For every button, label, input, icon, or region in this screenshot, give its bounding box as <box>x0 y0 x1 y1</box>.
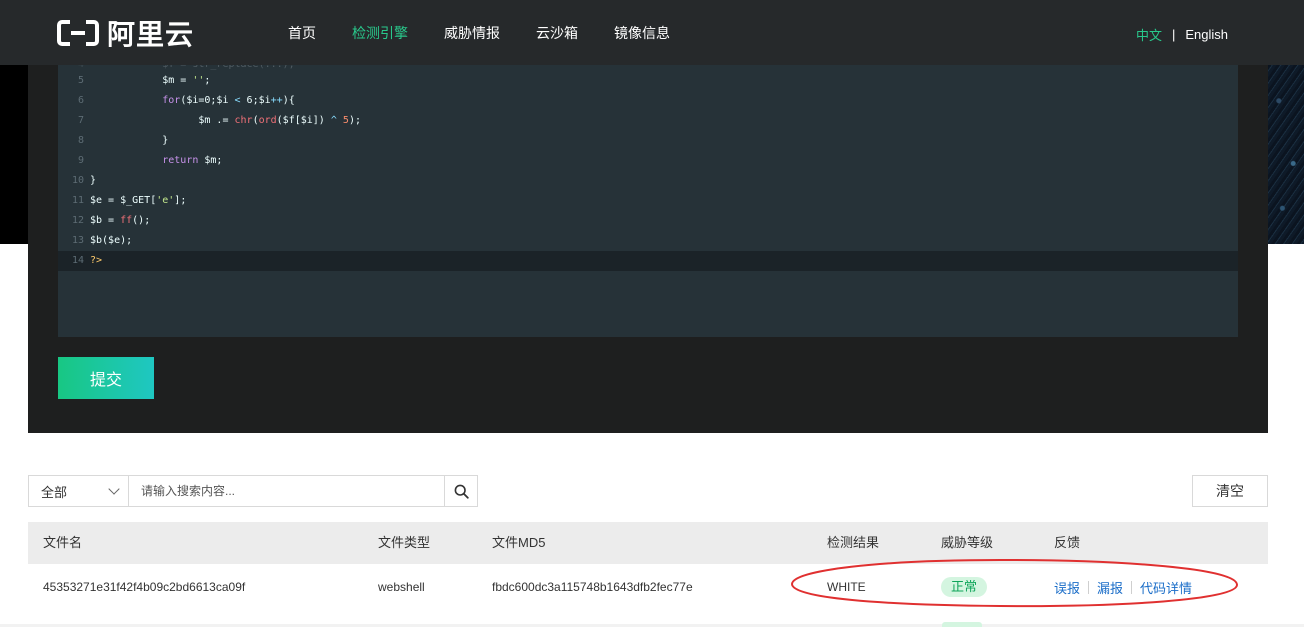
search-button[interactable] <box>444 476 477 506</box>
code-text: $b = ff(); <box>90 215 151 226</box>
feedback-links: 误报 漏报 代码详情 <box>1054 564 1192 610</box>
col-header-result: 检测结果 <box>827 535 880 550</box>
search-icon <box>454 484 469 499</box>
search-bar: 全部 <box>28 475 478 507</box>
code-line: 5 $m = ''; <box>58 71 1238 91</box>
nav-item-detection-engine[interactable]: 检测引擎 <box>352 23 408 43</box>
hero-background-image <box>1268 65 1304 244</box>
code-line: 11 $e = $_GET['e']; <box>58 191 1238 211</box>
divider <box>1088 580 1090 594</box>
code-line: 14 ?> <box>58 251 1238 271</box>
line-number: 6 <box>77 95 84 106</box>
code-submit-panel: 4 $f = str_replace(...); 5 $m = '';6 for… <box>28 65 1268 433</box>
code-text: $m .= chr(ord($f[$i]) ^ 5); <box>90 115 361 126</box>
submit-button[interactable]: 提交 <box>58 357 154 399</box>
search-input[interactable] <box>129 476 444 506</box>
code-text: } <box>90 175 97 186</box>
divider <box>1131 580 1133 594</box>
line-number: 12 <box>71 215 84 226</box>
line-number: 14 <box>71 255 84 266</box>
cell-filename: 45353271e31f42f4b09c2bd6613ca09f <box>43 580 246 594</box>
code-line: 6 for($i=0;$i < 6;$i++){ <box>58 91 1238 111</box>
aliyun-logo[interactable]: 阿里云 <box>57 16 194 50</box>
lang-en-link[interactable]: English <box>1185 27 1228 42</box>
table-row: 45353271e31f42f4b09c2bd6613ca09f webshel… <box>28 564 1268 610</box>
code-line: 10} <box>58 171 1238 191</box>
line-number: 5 <box>77 75 84 86</box>
code-text: return $m; <box>162 155 223 166</box>
col-header-filename: 文件名 <box>43 535 83 550</box>
col-header-threat-level: 威胁等级 <box>941 535 994 550</box>
language-switch: 中文 | English <box>1136 25 1228 44</box>
false-negative-link[interactable]: 漏报 <box>1097 578 1123 597</box>
chevron-down-icon <box>108 483 120 495</box>
code-details-link[interactable]: 代码详情 <box>1140 578 1192 597</box>
clear-button[interactable]: 清空 <box>1192 475 1268 507</box>
code-line: 13 $b($e); <box>58 231 1238 251</box>
aliyun-logo-icon <box>57 20 99 46</box>
code-line: 7 $m .= chr(ord($f[$i]) ^ 5); <box>58 111 1238 131</box>
filter-select-value: 全部 <box>41 484 68 500</box>
top-navbar: 阿里云 首页 检测引擎 威胁情报 云沙箱 镜像信息 中文 | English <box>0 0 1304 65</box>
code-line: 8 } <box>58 131 1238 151</box>
line-number: 9 <box>77 155 84 166</box>
code-text: ?> <box>90 255 103 266</box>
line-number: 7 <box>77 115 84 126</box>
line-number: 8 <box>77 135 84 146</box>
line-number: 13 <box>71 235 84 246</box>
filter-select[interactable]: 全部 <box>29 476 129 506</box>
cell-md5: fbdc600dc3a115748b1643dfb2fec77e <box>492 580 693 594</box>
hero-background-left <box>0 65 28 244</box>
false-positive-link[interactable]: 误报 <box>1054 578 1080 597</box>
cell-type: webshell <box>378 580 425 594</box>
col-header-md5: 文件MD5 <box>492 535 546 550</box>
code-text: $e = $_GET['e']; <box>90 195 187 206</box>
code-editor[interactable]: 4 $f = str_replace(...); 5 $m = '';6 for… <box>58 65 1238 337</box>
results-table-header: 文件名 文件类型 文件MD5 检测结果 威胁等级 反馈 <box>28 522 1268 564</box>
line-number: 10 <box>71 175 84 186</box>
main-nav: 首页 检测引擎 威胁情报 云沙箱 镜像信息 <box>270 0 688 65</box>
col-header-type: 文件类型 <box>378 535 431 550</box>
code-line: 9 return $m; <box>58 151 1238 171</box>
nav-item-home[interactable]: 首页 <box>288 23 316 43</box>
logo-text: 阿里云 <box>107 19 195 50</box>
lang-zh-link[interactable]: 中文 <box>1136 25 1162 44</box>
code-text: } <box>90 135 169 146</box>
nav-item-threat-intel[interactable]: 威胁情报 <box>444 23 500 43</box>
threat-level-badge: 正常 <box>941 577 988 597</box>
lang-separator: | <box>1171 27 1176 42</box>
col-header-feedback: 反馈 <box>1054 535 1081 550</box>
cell-result: WHITE <box>827 580 866 594</box>
nav-item-sandbox[interactable]: 云沙箱 <box>536 23 578 43</box>
page: 阿里云 首页 检测引擎 威胁情报 云沙箱 镜像信息 中文 | English 4… <box>0 0 1304 627</box>
code-text: $m = ''; <box>90 75 211 86</box>
next-row-badge-edge <box>942 622 982 627</box>
nav-item-image-info[interactable]: 镜像信息 <box>614 23 670 43</box>
code-line: 12 $b = ff(); <box>58 211 1238 231</box>
code-text: for($i=0;$i < 6;$i++){ <box>162 95 295 106</box>
code-text: $b($e); <box>90 235 133 246</box>
line-number: 11 <box>71 195 84 206</box>
